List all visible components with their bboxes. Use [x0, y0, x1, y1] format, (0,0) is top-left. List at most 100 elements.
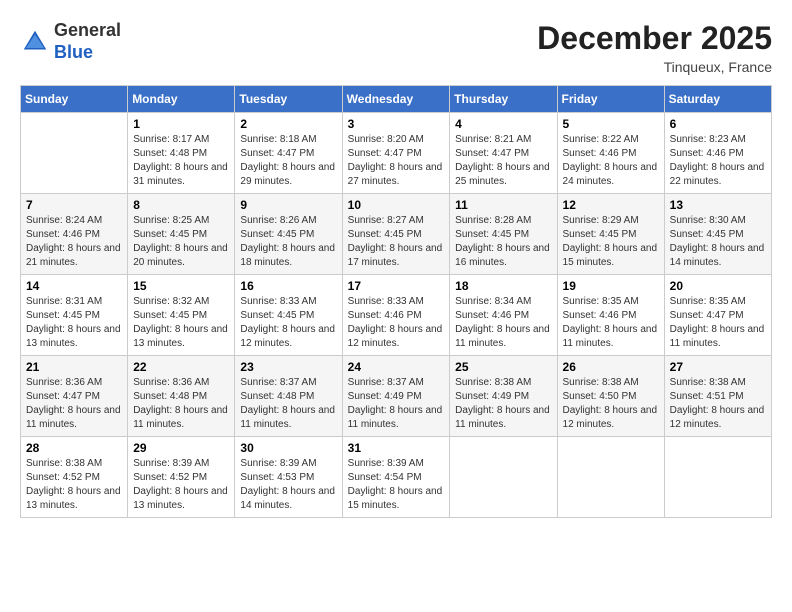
calendar-week-1: 1 Sunrise: 8:17 AMSunset: 4:48 PMDaylight… [21, 113, 772, 194]
day-info: Sunrise: 8:38 AMSunset: 4:50 PMDaylight:… [563, 376, 659, 432]
day-info: Sunrise: 8:23 AMSunset: 4:46 PMDaylight:… [670, 133, 766, 189]
weekday-header-monday: Monday [128, 86, 235, 113]
day-number: 27 [670, 360, 766, 374]
location: Tinqueux, France [537, 59, 772, 75]
calendar-cell [664, 437, 771, 518]
calendar-week-5: 28 Sunrise: 8:38 AMSunset: 4:52 PMDayligh… [21, 437, 772, 518]
calendar-cell: 28 Sunrise: 8:38 AMSunset: 4:52 PMDayligh… [21, 437, 128, 518]
calendar-cell: 12 Sunrise: 8:29 AMSunset: 4:45 PMDayligh… [557, 194, 664, 275]
day-info: Sunrise: 8:39 AMSunset: 4:53 PMDaylight:… [240, 457, 336, 513]
calendar-cell: 31Sunrise: 8:39 AMSunset: 4:54 PMDayligh… [342, 437, 450, 518]
calendar-cell: 24 Sunrise: 8:37 AMSunset: 4:49 PMDayligh… [342, 356, 450, 437]
day-number: 15 [133, 279, 229, 293]
day-info: Sunrise: 8:38 AMSunset: 4:49 PMDaylight:… [455, 376, 551, 432]
day-number: 18 [455, 279, 551, 293]
calendar-week-2: 7 Sunrise: 8:24 AMSunset: 4:46 PMDaylight… [21, 194, 772, 275]
weekday-header-saturday: Saturday [664, 86, 771, 113]
day-number: 4 [455, 117, 551, 131]
calendar-cell: 8Sunrise: 8:25 AMSunset: 4:45 PMDaylight… [128, 194, 235, 275]
day-number: 28 [26, 441, 122, 455]
day-number: 3 [348, 117, 445, 131]
logo: General Blue [20, 20, 121, 63]
calendar-table: SundayMondayTuesdayWednesdayThursdayFrid… [20, 85, 772, 518]
day-info: Sunrise: 8:37 AMSunset: 4:48 PMDaylight:… [240, 376, 336, 432]
day-info: Sunrise: 8:38 AMSunset: 4:52 PMDaylight:… [26, 457, 122, 513]
day-number: 14 [26, 279, 122, 293]
calendar-week-3: 14 Sunrise: 8:31 AMSunset: 4:45 PMDayligh… [21, 275, 772, 356]
day-info: Sunrise: 8:20 AMSunset: 4:47 PMDaylight:… [348, 133, 445, 189]
day-number: 13 [670, 198, 766, 212]
day-info: Sunrise: 8:18 AMSunset: 4:47 PMDaylight:… [240, 133, 336, 189]
calendar-cell: 13Sunrise: 8:30 AMSunset: 4:45 PMDayligh… [664, 194, 771, 275]
day-number: 6 [670, 117, 766, 131]
calendar-cell: 29Sunrise: 8:39 AMSunset: 4:52 PMDayligh… [128, 437, 235, 518]
calendar-cell: 7 Sunrise: 8:24 AMSunset: 4:46 PMDaylight… [21, 194, 128, 275]
weekday-header-thursday: Thursday [450, 86, 557, 113]
day-number: 7 [26, 198, 122, 212]
day-info: Sunrise: 8:17 AMSunset: 4:48 PMDaylight:… [133, 133, 229, 189]
day-info: Sunrise: 8:36 AMSunset: 4:48 PMDaylight:… [133, 376, 229, 432]
calendar-cell: 6 Sunrise: 8:23 AMSunset: 4:46 PMDaylight… [664, 113, 771, 194]
day-info: Sunrise: 8:21 AMSunset: 4:47 PMDaylight:… [455, 133, 551, 189]
calendar-cell: 1 Sunrise: 8:17 AMSunset: 4:48 PMDaylight… [128, 113, 235, 194]
calendar-cell: 3 Sunrise: 8:20 AMSunset: 4:47 PMDaylight… [342, 113, 450, 194]
day-info: Sunrise: 8:35 AMSunset: 4:47 PMDaylight:… [670, 295, 766, 351]
calendar-cell: 30 Sunrise: 8:39 AMSunset: 4:53 PMDayligh… [235, 437, 342, 518]
calendar-cell: 2 Sunrise: 8:18 AMSunset: 4:47 PMDaylight… [235, 113, 342, 194]
day-info: Sunrise: 8:33 AMSunset: 4:46 PMDaylight:… [348, 295, 445, 351]
calendar-cell: 22 Sunrise: 8:36 AMSunset: 4:48 PMDayligh… [128, 356, 235, 437]
day-number: 24 [348, 360, 445, 374]
day-number: 10 [348, 198, 445, 212]
day-info: Sunrise: 8:35 AMSunset: 4:46 PMDaylight:… [563, 295, 659, 351]
day-info: Sunrise: 8:28 AMSunset: 4:45 PMDaylight:… [455, 214, 551, 270]
calendar-cell: 11Sunrise: 8:28 AMSunset: 4:45 PMDayligh… [450, 194, 557, 275]
day-number: 22 [133, 360, 229, 374]
calendar-cell: 5Sunrise: 8:22 AMSunset: 4:46 PMDaylight… [557, 113, 664, 194]
weekday-header-friday: Friday [557, 86, 664, 113]
day-number: 19 [563, 279, 659, 293]
calendar-cell [21, 113, 128, 194]
month-title: December 2025 [537, 20, 772, 57]
day-info: Sunrise: 8:33 AMSunset: 4:45 PMDaylight:… [240, 295, 336, 351]
day-number: 20 [670, 279, 766, 293]
calendar-cell: 15 Sunrise: 8:32 AMSunset: 4:45 PMDayligh… [128, 275, 235, 356]
calendar-cell: 17Sunrise: 8:33 AMSunset: 4:46 PMDayligh… [342, 275, 450, 356]
day-number: 16 [240, 279, 336, 293]
day-info: Sunrise: 8:38 AMSunset: 4:51 PMDaylight:… [670, 376, 766, 432]
weekday-header-sunday: Sunday [21, 86, 128, 113]
day-number: 30 [240, 441, 336, 455]
calendar-week-4: 21 Sunrise: 8:36 AMSunset: 4:47 PMDayligh… [21, 356, 772, 437]
calendar-header-row: SundayMondayTuesdayWednesdayThursdayFrid… [21, 86, 772, 113]
day-info: Sunrise: 8:24 AMSunset: 4:46 PMDaylight:… [26, 214, 122, 270]
calendar-cell: 20 Sunrise: 8:35 AMSunset: 4:47 PMDayligh… [664, 275, 771, 356]
calendar-cell [557, 437, 664, 518]
day-info: Sunrise: 8:32 AMSunset: 4:45 PMDaylight:… [133, 295, 229, 351]
calendar-cell: 16 Sunrise: 8:33 AMSunset: 4:45 PMDayligh… [235, 275, 342, 356]
day-number: 29 [133, 441, 229, 455]
day-info: Sunrise: 8:36 AMSunset: 4:47 PMDaylight:… [26, 376, 122, 432]
logo-general-text: General [54, 20, 121, 42]
calendar-cell: 19 Sunrise: 8:35 AMSunset: 4:46 PMDayligh… [557, 275, 664, 356]
day-number: 2 [240, 117, 336, 131]
calendar-cell: 14 Sunrise: 8:31 AMSunset: 4:45 PMDayligh… [21, 275, 128, 356]
day-number: 12 [563, 198, 659, 212]
calendar-cell: 23Sunrise: 8:37 AMSunset: 4:48 PMDayligh… [235, 356, 342, 437]
calendar-cell: 4 Sunrise: 8:21 AMSunset: 4:47 PMDaylight… [450, 113, 557, 194]
calendar-cell: 21 Sunrise: 8:36 AMSunset: 4:47 PMDayligh… [21, 356, 128, 437]
day-info: Sunrise: 8:31 AMSunset: 4:45 PMDaylight:… [26, 295, 122, 351]
calendar-cell: 10 Sunrise: 8:27 AMSunset: 4:45 PMDayligh… [342, 194, 450, 275]
day-number: 1 [133, 117, 229, 131]
day-number: 31 [348, 441, 445, 455]
day-info: Sunrise: 8:29 AMSunset: 4:45 PMDaylight:… [563, 214, 659, 270]
weekday-header-tuesday: Tuesday [235, 86, 342, 113]
day-info: Sunrise: 8:27 AMSunset: 4:45 PMDaylight:… [348, 214, 445, 270]
calendar-cell [450, 437, 557, 518]
day-info: Sunrise: 8:25 AMSunset: 4:45 PMDaylight:… [133, 214, 229, 270]
day-number: 21 [26, 360, 122, 374]
calendar-cell: 9Sunrise: 8:26 AMSunset: 4:45 PMDaylight… [235, 194, 342, 275]
logo-icon [20, 27, 50, 57]
day-info: Sunrise: 8:37 AMSunset: 4:49 PMDaylight:… [348, 376, 445, 432]
page-header: General Blue December 2025 Tinqueux, Fra… [20, 20, 772, 75]
day-number: 26 [563, 360, 659, 374]
logo-blue-text: Blue [54, 42, 121, 64]
